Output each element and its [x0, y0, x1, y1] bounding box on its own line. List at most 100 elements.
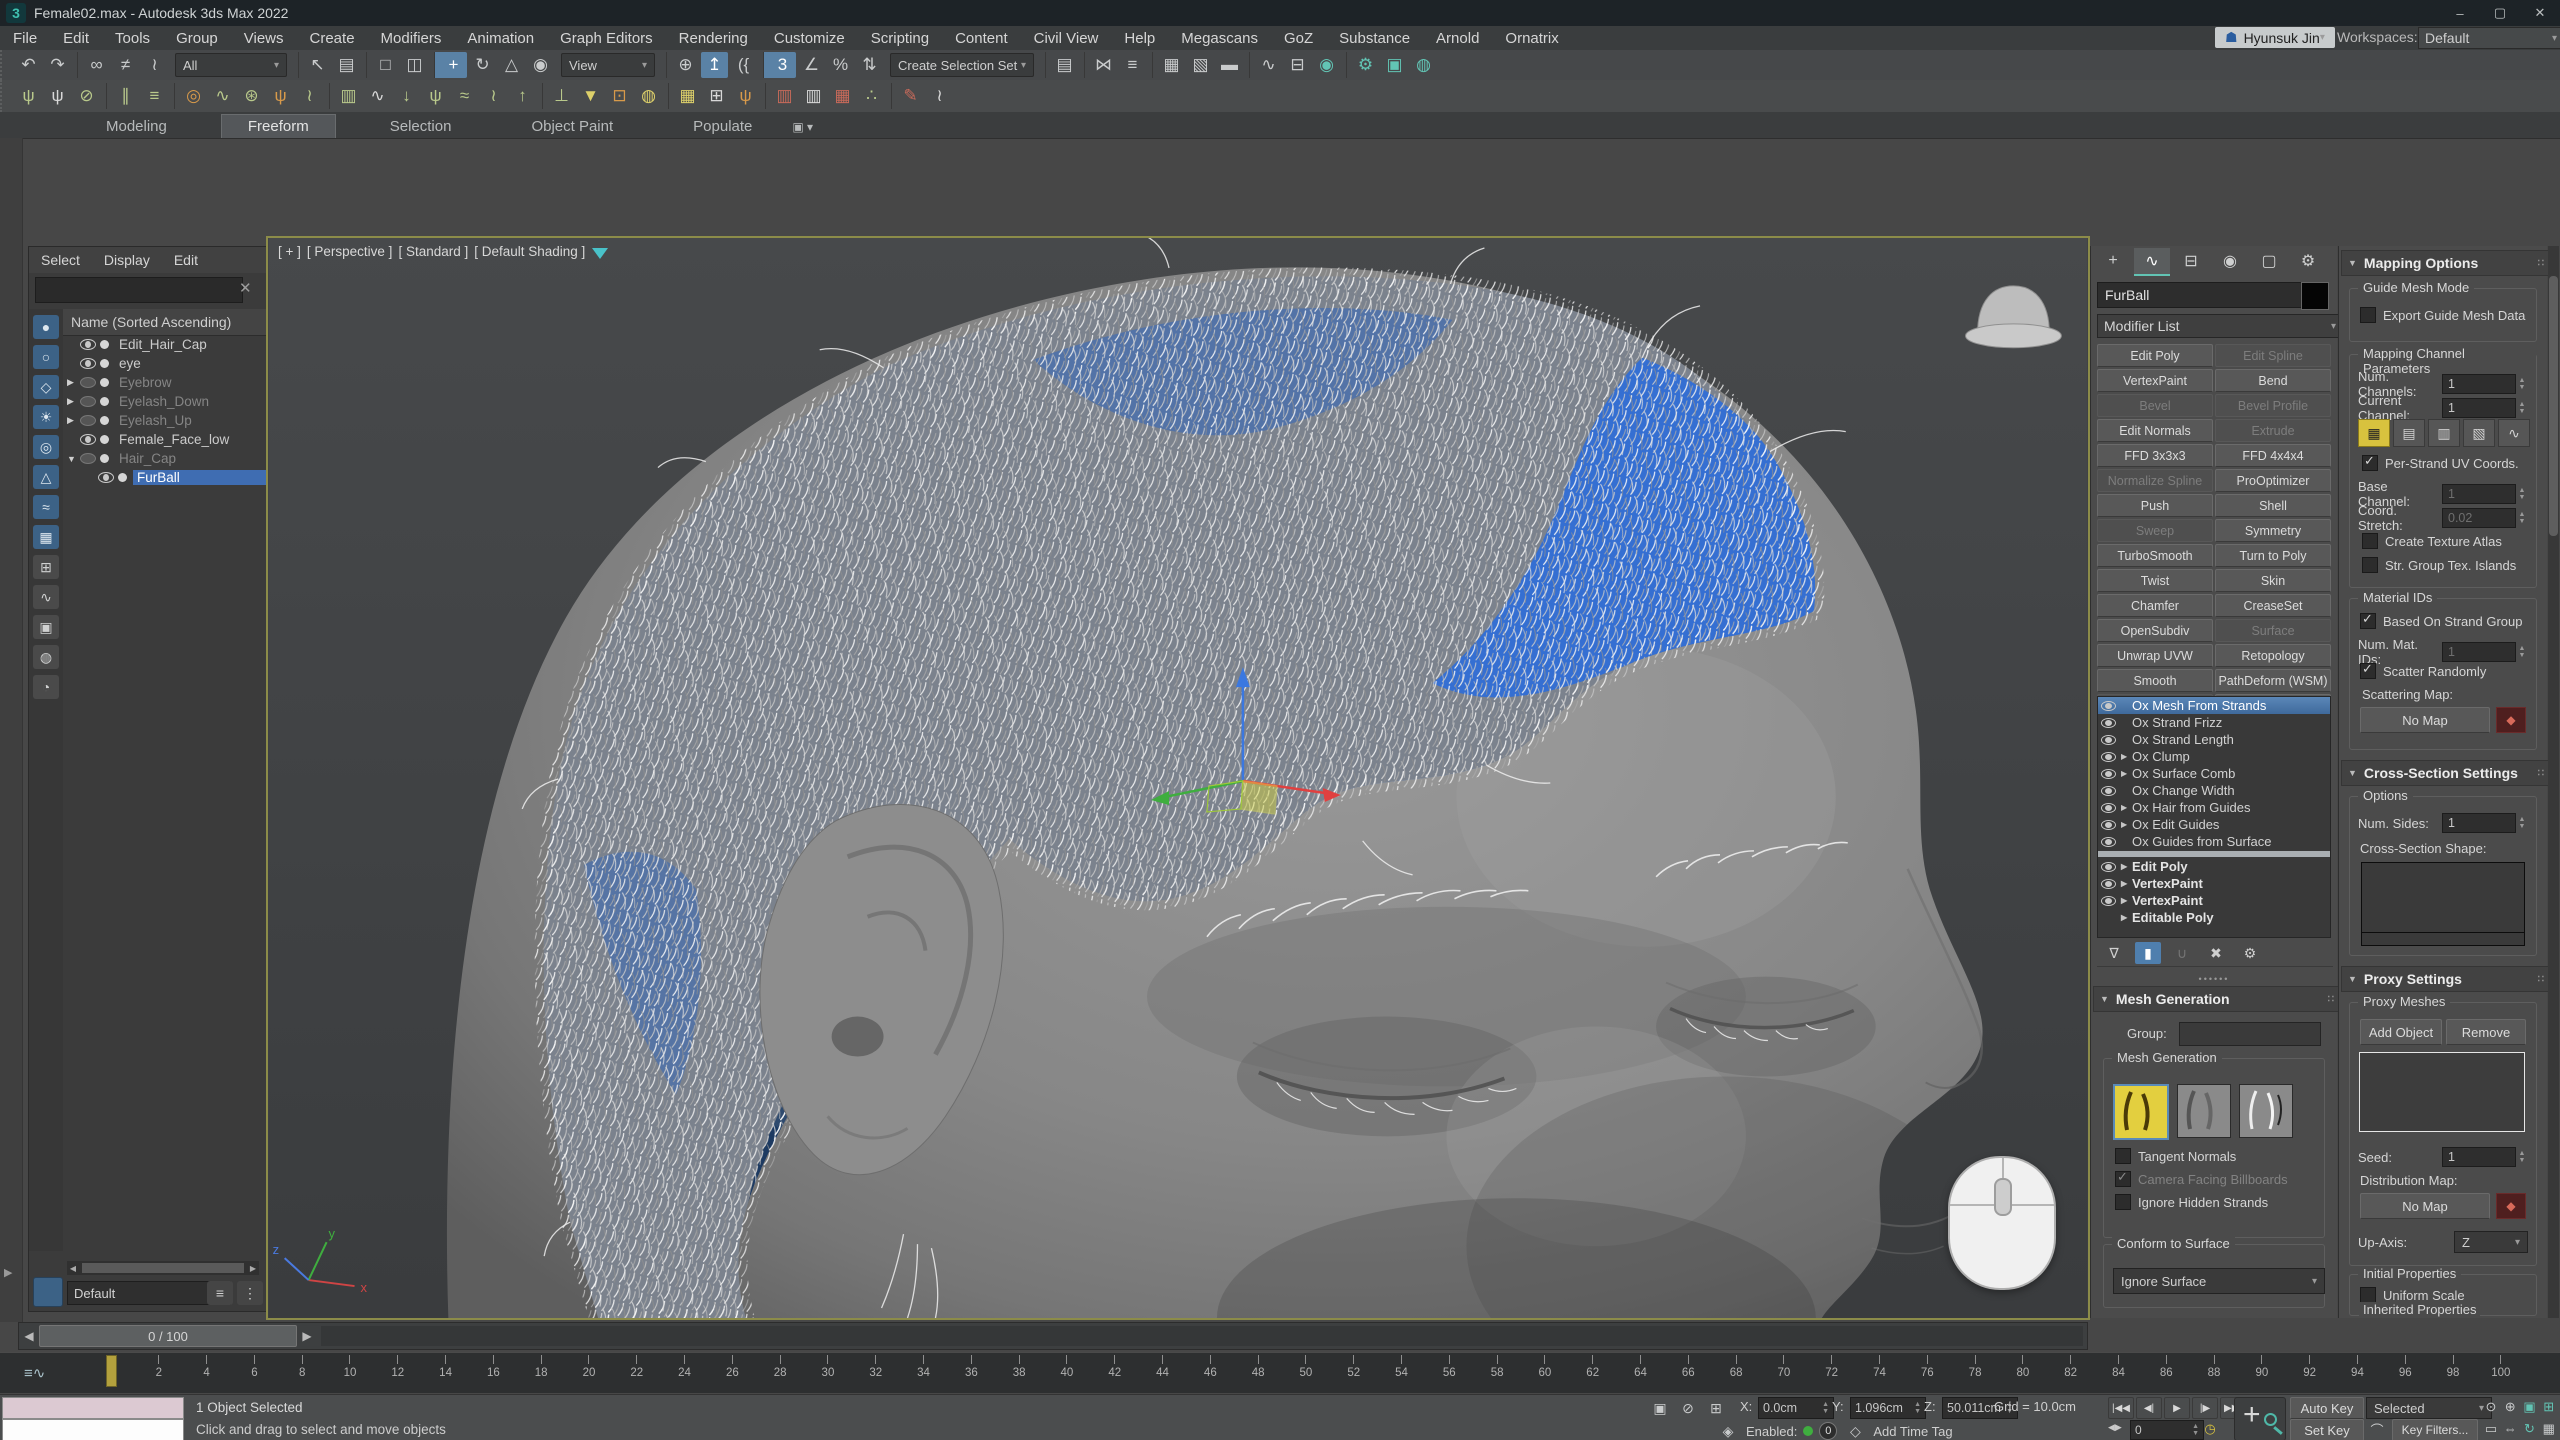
schematic-view-icon[interactable]: ⊟ [1284, 52, 1311, 78]
frame-step-arrows[interactable]: ◀▶ [2108, 1422, 2122, 1433]
expand-arrow-icon[interactable] [67, 396, 80, 407]
frame-tick[interactable]: 52 [1347, 1355, 1361, 1391]
mod-turbosmooth[interactable]: TurboSmooth [2097, 544, 2213, 567]
y-coordinate-field[interactable]: 1.096cm▲▼ [1850, 1397, 1926, 1419]
modifier-visibility-eye-icon[interactable] [2101, 837, 2116, 847]
explorer-more-options-icon[interactable]: ⋮ [237, 1281, 263, 1305]
menu-item[interactable]: Customize [761, 26, 858, 50]
visibility-eye-icon[interactable] [80, 377, 96, 388]
maximize-viewport-toggle-icon[interactable]: ▦ [2540, 1418, 2558, 1439]
tab-selection[interactable]: Selection [364, 115, 478, 138]
cross-section-settings-rollout-header[interactable]: ▼ Cross-Section Settings ∷ [2341, 760, 2551, 786]
ribbon-minimize-button[interactable]: ▣ ▾ [792, 120, 813, 138]
snaps-toggle-3d-icon[interactable]: 3 [763, 52, 796, 78]
based-on-strand-group-checkbox[interactable]: Based On Strand Group [2360, 613, 2522, 629]
close-button[interactable]: ✕ [2520, 0, 2560, 26]
clear-search-icon[interactable]: ✕ [239, 279, 252, 297]
motion-tab-icon[interactable]: ◉ [2212, 248, 2248, 274]
rectangular-selection-region-icon[interactable]: □ [366, 52, 399, 78]
menu-item[interactable]: Group [163, 26, 231, 50]
frame-tick[interactable]: 4 [200, 1355, 214, 1391]
object-name-field[interactable]: FurBall [2097, 282, 2309, 308]
mod-sweep[interactable]: Sweep [2097, 519, 2213, 542]
frame-tick[interactable]: 56 [1442, 1355, 1456, 1391]
frame-tick[interactable]: 90 [2255, 1355, 2269, 1391]
scatter-randomly-checkbox[interactable]: Scatter Randomly [2360, 663, 2486, 679]
stack-ox-mesh-from-strands[interactable]: Ox Mesh From Strands [2098, 697, 2330, 714]
mod-twist[interactable]: Twist [2097, 569, 2213, 592]
create-texture-atlas-checkbox[interactable]: Create Texture Atlas [2362, 533, 2502, 549]
frame-tick[interactable]: 6 [247, 1355, 261, 1391]
mesh-mode-cylinder-button[interactable] [2177, 1084, 2231, 1138]
stack-ox-strand-frizz[interactable]: Ox Strand Frizz [2098, 714, 2330, 731]
frame-tick[interactable]: 100 [2494, 1355, 2508, 1391]
time-configuration-icon[interactable]: ◷ [2200, 1420, 2220, 1438]
ox-strand-frizz-icon[interactable]: ∿ [209, 83, 236, 109]
rendered-frame-window-icon[interactable]: ▣ [1381, 52, 1408, 78]
set-keys-button[interactable]: + [2234, 1397, 2286, 1440]
stack-ox-clump[interactable]: Ox Clump [2098, 748, 2330, 765]
absolute-mode-transform-icon[interactable]: ⊞ [1704, 1397, 1728, 1419]
display-space-warps-icon[interactable]: ≈ [33, 495, 59, 519]
frame-tick[interactable]: 22 [630, 1355, 644, 1391]
frame-tick[interactable]: 36 [964, 1355, 978, 1391]
frame-tick[interactable]: 50 [1299, 1355, 1313, 1391]
mini-curve-editor-toggle-icon[interactable]: ≡∿ [24, 1361, 68, 1385]
ox-toggle-hair-icon[interactable]: ⊘ [73, 83, 100, 109]
mirror-icon[interactable]: ⋈ [1084, 52, 1117, 78]
per-strand-uv-coords-checkbox[interactable]: Per-Strand UV Coords. [2362, 455, 2519, 471]
perspective-viewport[interactable]: x y z [ + ][ Perspective ][ Standard ][ … [268, 238, 2088, 1318]
stack-ox-edit-guides[interactable]: Ox Edit Guides [2098, 816, 2330, 833]
toggle-layer-explorer-icon[interactable]: ▧ [1187, 52, 1214, 78]
maxscript-mini-listener-input[interactable] [2, 1419, 184, 1440]
row-furball[interactable]: FurBall [63, 468, 269, 487]
explorer-menu-item[interactable]: Edit [162, 248, 210, 272]
menu-item[interactable]: Arnold [1423, 26, 1492, 50]
ox-weave-icon[interactable]: ▦ [668, 83, 701, 109]
ox-dynamics-icon[interactable]: ≀ [480, 83, 507, 109]
mod-edit-poly[interactable]: Edit Poly [2097, 344, 2213, 367]
select-and-link-icon[interactable]: ∞ [77, 52, 110, 78]
row-edit-hair-cap[interactable]: Edit_Hair_Cap [63, 335, 269, 354]
coord-stretch-spinner[interactable]: Coord. Stretch: 0.02 ▲▼ [2358, 503, 2528, 533]
frame-tick[interactable]: 66 [1681, 1355, 1695, 1391]
toolbar-grip[interactable] [0, 80, 10, 112]
distribution-map-button[interactable]: No Map [2360, 1193, 2490, 1219]
display-groups-icon[interactable]: ▦ [33, 525, 59, 549]
play-button[interactable]: ▶ [2164, 1397, 2190, 1419]
frame-tick[interactable]: 12 [391, 1355, 405, 1391]
select-object-icon[interactable]: ↖ [298, 52, 331, 78]
expand-arrow-icon[interactable] [2121, 896, 2132, 905]
group-input[interactable] [2179, 1022, 2321, 1046]
select-and-manipulate-icon[interactable]: ↥ [701, 52, 728, 78]
frame-tick[interactable]: 98 [2446, 1355, 2460, 1391]
scrollbar-thumb[interactable] [2549, 276, 2558, 536]
explorer-menu-item[interactable]: Select [29, 248, 92, 272]
mod-retopology[interactable]: Retopology [2215, 644, 2331, 667]
object-color-swatch[interactable] [2301, 282, 2329, 310]
modifier-visibility-eye-icon[interactable] [2101, 718, 2116, 728]
frame-tick[interactable]: 32 [869, 1355, 883, 1391]
menu-item[interactable]: GoZ [1271, 26, 1326, 50]
frame-tick[interactable]: 24 [678, 1355, 692, 1391]
x-coordinate-field[interactable]: 0.0cm▲▼ [1758, 1397, 1834, 1419]
stack-edit-poly[interactable]: Edit Poly [2098, 858, 2330, 875]
make-unique-icon[interactable]: ∪ [2169, 942, 2195, 964]
uv-mode-segment-icon[interactable]: ▧ [2463, 419, 2495, 447]
ox-render-settings-icon[interactable]: ⊡ [606, 83, 633, 109]
frame-tick[interactable]: 68 [1729, 1355, 1743, 1391]
dock-expand-arrow-icon[interactable]: ▶ [4, 1266, 12, 1279]
checkbox[interactable] [2115, 1148, 2131, 1164]
frame-tick[interactable]: 38 [1012, 1355, 1026, 1391]
tab-object-paint[interactable]: Object Paint [505, 115, 639, 138]
stack-ox-strand-length[interactable]: Ox Strand Length [2098, 731, 2330, 748]
pan-view-icon[interactable]: ⇔ [2501, 1418, 2519, 1439]
display-xrefs-icon[interactable]: ⊞ [33, 555, 59, 579]
uv-mode-flow-icon[interactable]: ∿ [2498, 419, 2530, 447]
zero-badge[interactable]: 0 [1819, 1422, 1837, 1440]
expand-arrow-icon[interactable] [2121, 879, 2132, 888]
explorer-menu-item[interactable]: Display [92, 248, 162, 272]
unlink-selection-icon[interactable]: ≠ [112, 52, 139, 78]
workspace-dropdown[interactable]: Default ▾ [2418, 27, 2560, 49]
expand-arrow-icon[interactable] [2121, 752, 2132, 761]
